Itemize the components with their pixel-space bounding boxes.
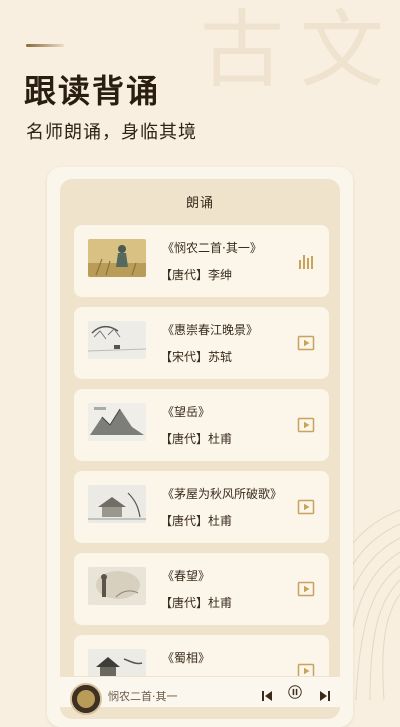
player-cover	[70, 683, 102, 715]
background-glyph-1: 古	[200, 1, 285, 99]
poem-item-4[interactable]: 《茅屋为秋风所破歌》 【唐代】杜甫	[74, 471, 329, 543]
accent-line	[26, 44, 64, 47]
next-icon[interactable]	[318, 689, 332, 703]
poem-item-3[interactable]: 《望岳》 【唐代】杜甫	[74, 389, 329, 461]
hero-subtitle: 名师朗诵，身临其境	[26, 122, 197, 143]
play-icon[interactable]	[296, 579, 316, 599]
panel-title: 朗诵	[185, 196, 214, 211]
equalizer-icon[interactable]	[296, 251, 316, 271]
poem-title: 《茅屋为秋风所破歌》	[162, 487, 283, 501]
play-icon[interactable]	[296, 497, 316, 517]
poem-author: 【唐代】杜甫	[160, 514, 233, 528]
poem-item-1[interactable]: 《悯农二首·其一》 【唐代】李绅	[74, 225, 329, 297]
mini-player[interactable]: 悯农二首·其一	[60, 676, 340, 715]
poem-thumbnail	[88, 239, 146, 277]
previous-icon[interactable]	[260, 689, 274, 703]
play-icon[interactable]	[296, 415, 316, 435]
poem-title: 《蜀相》	[162, 651, 211, 665]
poem-author: 【唐代】杜甫	[160, 432, 233, 446]
poem-title: 《春望》	[162, 569, 211, 583]
recitation-panel: 朗诵 《悯农二首·其一》 【唐代】李绅 《惠崇春江晚景》 【宋代】苏轼 《望岳》…	[60, 179, 340, 719]
poem-thumbnail	[88, 321, 146, 359]
background-glyph-2: 文	[300, 1, 385, 99]
poem-title: 《望岳》	[162, 405, 211, 419]
poem-thumbnail	[88, 403, 146, 441]
poem-thumbnail	[88, 485, 146, 523]
poem-title: 《悯农二首·其一》	[162, 241, 262, 255]
poem-author: 【宋代】苏轼	[160, 350, 233, 364]
player-track-title: 悯农二首·其一	[108, 690, 178, 703]
poem-thumbnail	[88, 567, 146, 605]
poem-item-5[interactable]: 《春望》 【唐代】杜甫	[74, 553, 329, 625]
poem-title: 《惠崇春江晚景》	[162, 323, 259, 337]
poem-author: 【唐代】杜甫	[160, 596, 233, 610]
poem-author: 【唐代】李绅	[160, 268, 233, 282]
play-icon[interactable]	[296, 333, 316, 353]
play-pause-button[interactable]	[288, 685, 306, 703]
hero-title: 跟读背诵	[24, 72, 161, 110]
poem-item-2[interactable]: 《惠崇春江晚景》 【宋代】苏轼	[74, 307, 329, 379]
